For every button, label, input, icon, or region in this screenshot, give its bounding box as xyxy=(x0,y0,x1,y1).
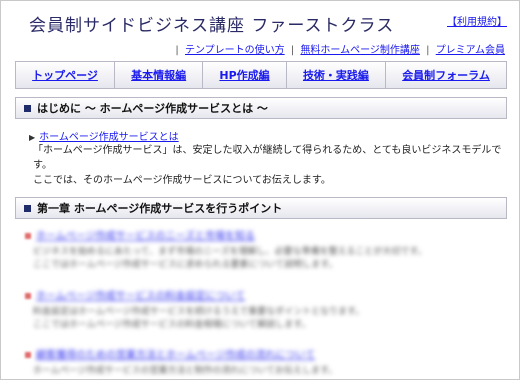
nav-item-top[interactable]: トップページ xyxy=(16,62,116,88)
chapter-item-link[interactable]: 顧客獲得のための営業方法とホームページ作成の流れについて xyxy=(36,350,315,361)
chapter-item-line: ビジネスを始めるにあたって、まず市場のニーズを理解し、必要な準備を整えることが大… xyxy=(33,247,427,257)
separator: | xyxy=(290,45,295,56)
intro-text-line: 「ホームページ作成サービス」は、安定した収入が継続して得られるため、とても良いビ… xyxy=(33,145,502,171)
nav-item-hp-creation[interactable]: HP作成編 xyxy=(203,62,287,88)
chapter-item-link[interactable]: ホームページ作成サービスの料金設定について xyxy=(36,291,245,302)
intro-link-row: ▶ ホームページ作成サービスとは xyxy=(29,128,179,143)
square-bullet-icon xyxy=(25,293,31,299)
chapter-item-text: 料金設定はホームページ作成サービスを続けるうえで重要なポイントとなります。 ここ… xyxy=(33,306,495,332)
chapter-item-line: ここではホームページ作成サービスに求められる要素について説明します。 xyxy=(33,260,338,270)
square-bullet-icon xyxy=(25,233,31,239)
chapter-item-line: ホームページ作成サービスの営業方法と制作の流れについてお伝えします。 xyxy=(33,366,338,376)
chapter-item: ホームページ作成サービスの料金設定について 料金設定はホームページ作成サービスを… xyxy=(25,287,495,332)
site-title: 会員制サイドビジネス講座 ファーストクラス xyxy=(29,16,395,36)
separator: | xyxy=(426,45,430,56)
chapter-item: ホームページ作成サービスのニーズと市場を知る ビジネスを始めるにあたって、まず市… xyxy=(25,227,495,272)
nav-item-forum[interactable]: 会員制フォーラム xyxy=(386,62,506,88)
premium-member-link[interactable]: プレミアム会員 xyxy=(436,45,505,56)
chapter-section-heading: 第一章 ホームページ作成サービスを行うポイント xyxy=(15,197,507,219)
square-bullet-icon xyxy=(24,204,31,212)
intro-text: 「ホームページ作成サービス」は、安定した収入が継続して得られるため、とても良いビ… xyxy=(33,143,503,188)
chapter-item: 顧客獲得のための営業方法とホームページ作成の流れについて ホームページ作成サービ… xyxy=(25,346,495,378)
sub-links-bar: | テンプレートの使い方 | 無料ホームページ制作講座 | プレミアム会員 xyxy=(172,41,505,56)
chapter-item-link[interactable]: ホームページ作成サービスのニーズと市場を知る xyxy=(36,231,255,242)
intro-heading-text: はじめに ～ ホームページ作成サービスとは ～ xyxy=(37,102,268,115)
free-hp-course-link[interactable]: 無料ホームページ制作講座 xyxy=(300,45,420,56)
intro-text-line: ここでは、そのホームページ作成サービスについてお伝えします。 xyxy=(33,175,331,186)
intro-link[interactable]: ホームページ作成サービスとは xyxy=(39,132,179,143)
intro-section-heading: はじめに ～ ホームページ作成サービスとは ～ xyxy=(15,97,507,119)
separator: | xyxy=(175,45,179,56)
chapter-item-text: ビジネスを始めるにあたって、まず市場のニーズを理解し、必要な準備を整えることが大… xyxy=(33,246,495,272)
chapter-item-line: ここではホームページ作成サービスの料金相場について解説します。 xyxy=(33,320,311,330)
main-nav: トップページ 基本情報編 HP作成編 技術・実践編 会員制フォーラム xyxy=(15,61,507,89)
page-frame: 会員制サイドビジネス講座 ファーストクラス 【利用規約】 | テンプレートの使い… xyxy=(0,0,520,380)
triangle-right-icon: ▶ xyxy=(29,133,36,142)
chapter-item-line: 料金設定はホームページ作成サービスを続けるうえで重要なポイントとなります。 xyxy=(33,307,365,317)
template-guide-link[interactable]: テンプレートの使い方 xyxy=(185,45,285,56)
nav-item-basics[interactable]: 基本情報編 xyxy=(115,62,204,88)
terms-link[interactable]: 【利用規約】 xyxy=(447,13,507,28)
square-bullet-icon xyxy=(25,352,31,358)
nav-item-practice[interactable]: 技術・実践編 xyxy=(287,62,387,88)
chapter-heading-text: 第一章 ホームページ作成サービスを行うポイント xyxy=(37,202,283,215)
chapter-item-text: ホームページ作成サービスの営業方法と制作の流れについてお伝えします。 xyxy=(33,365,495,378)
square-bullet-icon xyxy=(24,104,31,112)
